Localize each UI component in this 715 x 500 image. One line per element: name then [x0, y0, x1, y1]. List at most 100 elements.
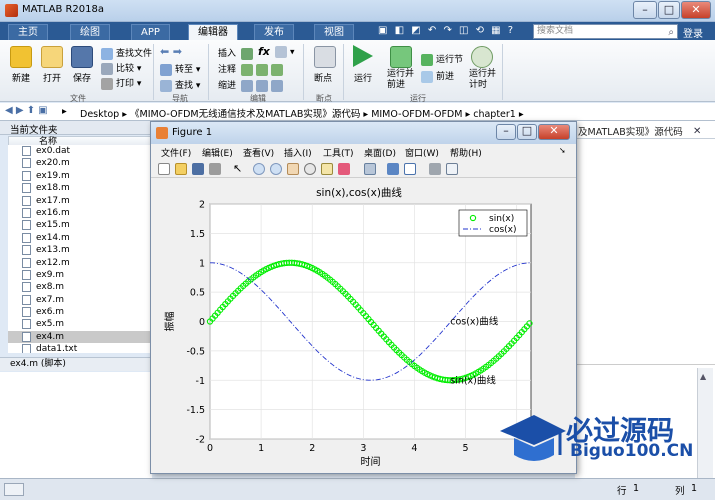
- file-icon: [22, 170, 31, 181]
- editor-tab-partial-title[interactable]: 及MATLAB实现》源代码: [578, 124, 683, 138]
- close-tab-icon[interactable]: ✕: [693, 126, 707, 137]
- search-documentation-input[interactable]: 搜索文档 ⌕: [533, 24, 678, 39]
- menu-desktop[interactable]: 桌面(D): [364, 146, 396, 159]
- search-placeholder: 搜索文档: [537, 26, 574, 36]
- file-list-item[interactable]: ex13.m: [8, 244, 152, 256]
- colorbar-icon[interactable]: [387, 163, 399, 175]
- file-icon: [22, 319, 31, 330]
- menu-file[interactable]: 文件(F): [161, 146, 191, 159]
- file-list-item[interactable]: ex4.m: [8, 330, 152, 344]
- tab-editor[interactable]: 编辑器: [188, 24, 238, 40]
- new-figure-icon[interactable]: [158, 163, 170, 175]
- file-list-item[interactable]: ex17.m: [8, 195, 152, 207]
- figure-close-button[interactable]: ✕: [538, 124, 570, 140]
- status-icon: [4, 483, 24, 496]
- new-button[interactable]: 新建: [12, 71, 30, 84]
- legend-icon[interactable]: [404, 163, 416, 175]
- text-annotation: sin(x)曲线: [450, 374, 496, 386]
- nav-arrows-icon[interactable]: ◀ ▶ ⬆ ▣: [5, 105, 48, 116]
- link-plot-icon[interactable]: [364, 163, 376, 175]
- menu-view[interactable]: 查看(V): [243, 146, 274, 159]
- login-link[interactable]: 登录: [683, 25, 703, 40]
- file-list-item[interactable]: ex20.m: [8, 157, 152, 169]
- open-button[interactable]: 打开: [43, 71, 61, 84]
- zoom-in-icon[interactable]: [253, 163, 265, 175]
- run-and-advance-button[interactable]: 运行并 前进: [387, 69, 414, 91]
- x-tick-label: 4: [411, 443, 417, 454]
- print-figure-icon[interactable]: [209, 163, 221, 175]
- breakpoints-button[interactable]: 断点: [314, 71, 332, 84]
- menu-help[interactable]: 帮助(H): [450, 146, 482, 159]
- scroll-up-icon[interactable]: ▲: [700, 372, 706, 381]
- zoom-out-icon[interactable]: [270, 163, 282, 175]
- file-icon: [22, 232, 31, 243]
- menu-window[interactable]: 窗口(W): [405, 146, 439, 159]
- close-button[interactable]: ✕: [681, 1, 711, 19]
- figure-maximize-button[interactable]: □: [517, 124, 537, 140]
- file-list-item[interactable]: ex19.m: [8, 170, 152, 182]
- file-list-item[interactable]: ex16.m: [8, 207, 152, 219]
- file-list-item[interactable]: ex8.m: [8, 281, 152, 293]
- indent-more-icon: [255, 79, 268, 92]
- graduation-cap-logo-icon: [500, 415, 566, 461]
- tab-apps[interactable]: APP: [131, 24, 170, 40]
- file-list-item[interactable]: ex0.dat: [8, 145, 152, 157]
- compare-button[interactable]: 比较 ▾: [101, 61, 141, 75]
- select-arrow-icon[interactable]: ↖: [233, 163, 245, 175]
- run-and-time-button[interactable]: 运行并 计时: [469, 69, 496, 91]
- file-list-item[interactable]: ex15.m: [8, 219, 152, 231]
- file-list-item[interactable]: ex5.m: [8, 318, 152, 330]
- menu-edit[interactable]: 编辑(E): [202, 146, 233, 159]
- minimize-button[interactable]: –: [633, 1, 657, 19]
- file-list-item[interactable]: ex12.m: [8, 257, 152, 269]
- maximize-button[interactable]: □: [658, 1, 680, 19]
- tab-plots[interactable]: 绘图: [70, 24, 110, 40]
- fx-button[interactable]: fx: [258, 45, 270, 58]
- save-button[interactable]: 保存: [73, 71, 91, 84]
- pan-hand-icon[interactable]: [287, 163, 299, 175]
- col-label: 列: [675, 486, 685, 497]
- figure-minimize-button[interactable]: –: [496, 124, 516, 140]
- indent-button[interactable]: 缩进: [218, 78, 286, 92]
- show-plot-tools-icon[interactable]: [446, 163, 458, 175]
- quick-access-toolbar[interactable]: ▣ ◧ ◩ ↶ ↷ ◫ ⟲ ▦ ?: [378, 25, 515, 36]
- back-forward-icons[interactable]: ⬅ ➡: [160, 45, 182, 58]
- menu-tools[interactable]: 工具(T): [323, 146, 354, 159]
- comment-button[interactable]: 注释: [218, 62, 286, 76]
- menu-overflow-icon[interactable]: ➘: [559, 146, 566, 155]
- divider: [208, 44, 209, 100]
- run-section-button[interactable]: 运行节: [421, 52, 463, 66]
- file-list-item[interactable]: ex7.m: [8, 294, 152, 306]
- file-list-item[interactable]: ex9.m: [8, 269, 152, 281]
- y-axis-label: 振幅: [163, 312, 176, 332]
- breadcrumb-source-folder[interactable]: 《MIMO-OFDM无线通信技术及MATLAB实现》源代码: [130, 109, 360, 120]
- file-list-item[interactable]: data1.txt: [8, 343, 152, 353]
- find-button[interactable]: 查找 ▾: [160, 78, 200, 92]
- print-button[interactable]: 打印 ▾: [101, 76, 141, 90]
- goto-button[interactable]: 转至 ▾: [160, 62, 200, 76]
- open-file-icon[interactable]: [175, 163, 187, 175]
- breadcrumb-mimo-folder[interactable]: MIMO-OFDM-OFDM: [371, 109, 462, 120]
- legend[interactable]: sin(x)cos(x): [458, 209, 528, 237]
- brush-icon[interactable]: [338, 163, 350, 175]
- tab-view[interactable]: 视图: [314, 24, 354, 40]
- file-list-item[interactable]: ex6.m: [8, 306, 152, 318]
- advance-button[interactable]: 前进: [421, 69, 454, 83]
- insert-button[interactable]: 插入: [218, 46, 256, 60]
- tab-home[interactable]: 主页: [8, 24, 48, 40]
- run-button[interactable]: 运行: [354, 71, 372, 84]
- save-figure-icon[interactable]: [192, 163, 204, 175]
- file-list-item[interactable]: ex14.m: [8, 232, 152, 244]
- tab-publish[interactable]: 发布: [254, 24, 294, 40]
- hide-plot-tools-icon[interactable]: [429, 163, 441, 175]
- file-list-item[interactable]: ex18.m: [8, 182, 152, 194]
- breadcrumb-desktop[interactable]: Desktop: [80, 109, 119, 120]
- breadcrumb-chapter1[interactable]: chapter1: [473, 109, 516, 120]
- editor-area[interactable]: [575, 121, 715, 364]
- insert-menu-button[interactable]: ▾: [275, 46, 295, 58]
- data-cursor-icon[interactable]: [321, 163, 333, 175]
- menu-insert[interactable]: 插入(I): [284, 146, 312, 159]
- address-bar[interactable]: ◀ ▶ ⬆ ▣ ▸ Desktop ▸ 《MIMO-OFDM无线通信技术及MAT…: [0, 103, 715, 121]
- rotate-3d-icon[interactable]: [304, 163, 316, 175]
- find-files-button[interactable]: 查找文件: [101, 46, 152, 60]
